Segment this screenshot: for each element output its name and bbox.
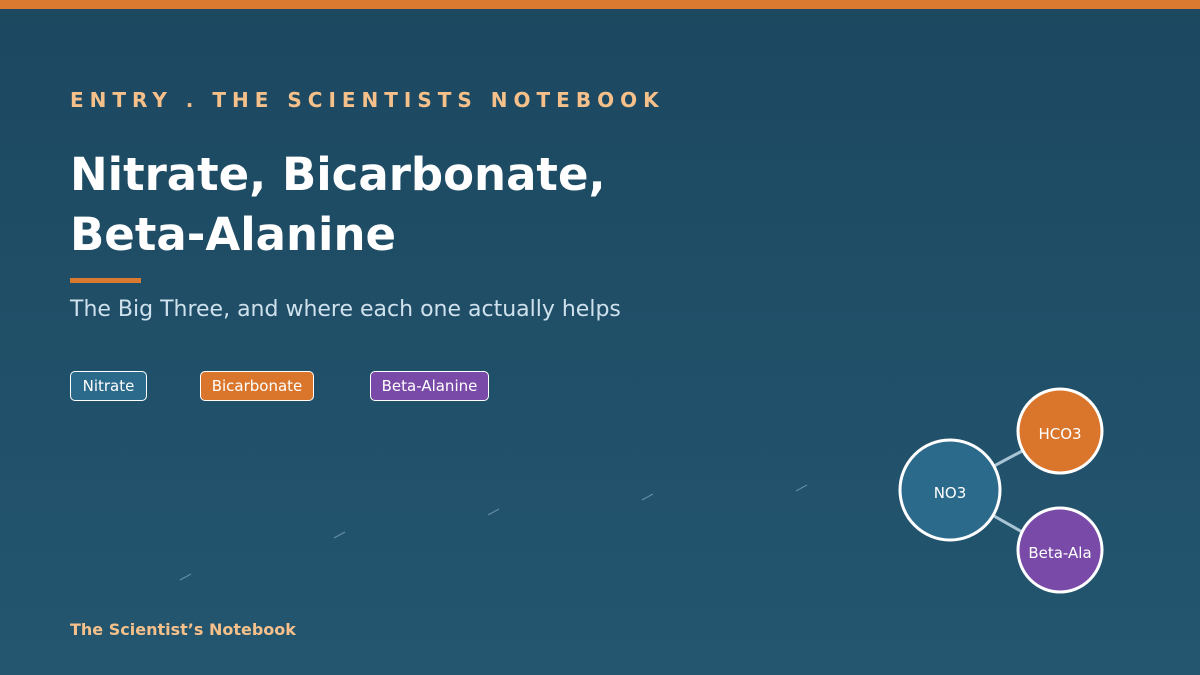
node-no3: NO3 xyxy=(898,438,1002,542)
node-beta-ala-label: Beta-Ala xyxy=(1028,544,1091,562)
bond-no3-hco3 xyxy=(993,448,1025,468)
molecule-diagram: NO3 HCO3 Beta-Ala xyxy=(179,387,1104,594)
bond-no3-beta-ala xyxy=(993,514,1025,535)
node-hco3: HCO3 xyxy=(1016,387,1104,475)
node-beta-ala: Beta-Ala xyxy=(1016,506,1104,594)
dash-mark xyxy=(487,508,500,516)
dash-mark xyxy=(641,493,654,501)
decorative-dashes xyxy=(179,484,808,581)
dash-mark xyxy=(795,484,808,492)
node-hco3-label: HCO3 xyxy=(1038,425,1081,443)
dash-mark xyxy=(333,531,346,539)
footer-brand: The Scientist’s Notebook xyxy=(70,620,296,639)
dash-mark xyxy=(179,573,192,581)
node-no3-label: NO3 xyxy=(934,484,967,502)
